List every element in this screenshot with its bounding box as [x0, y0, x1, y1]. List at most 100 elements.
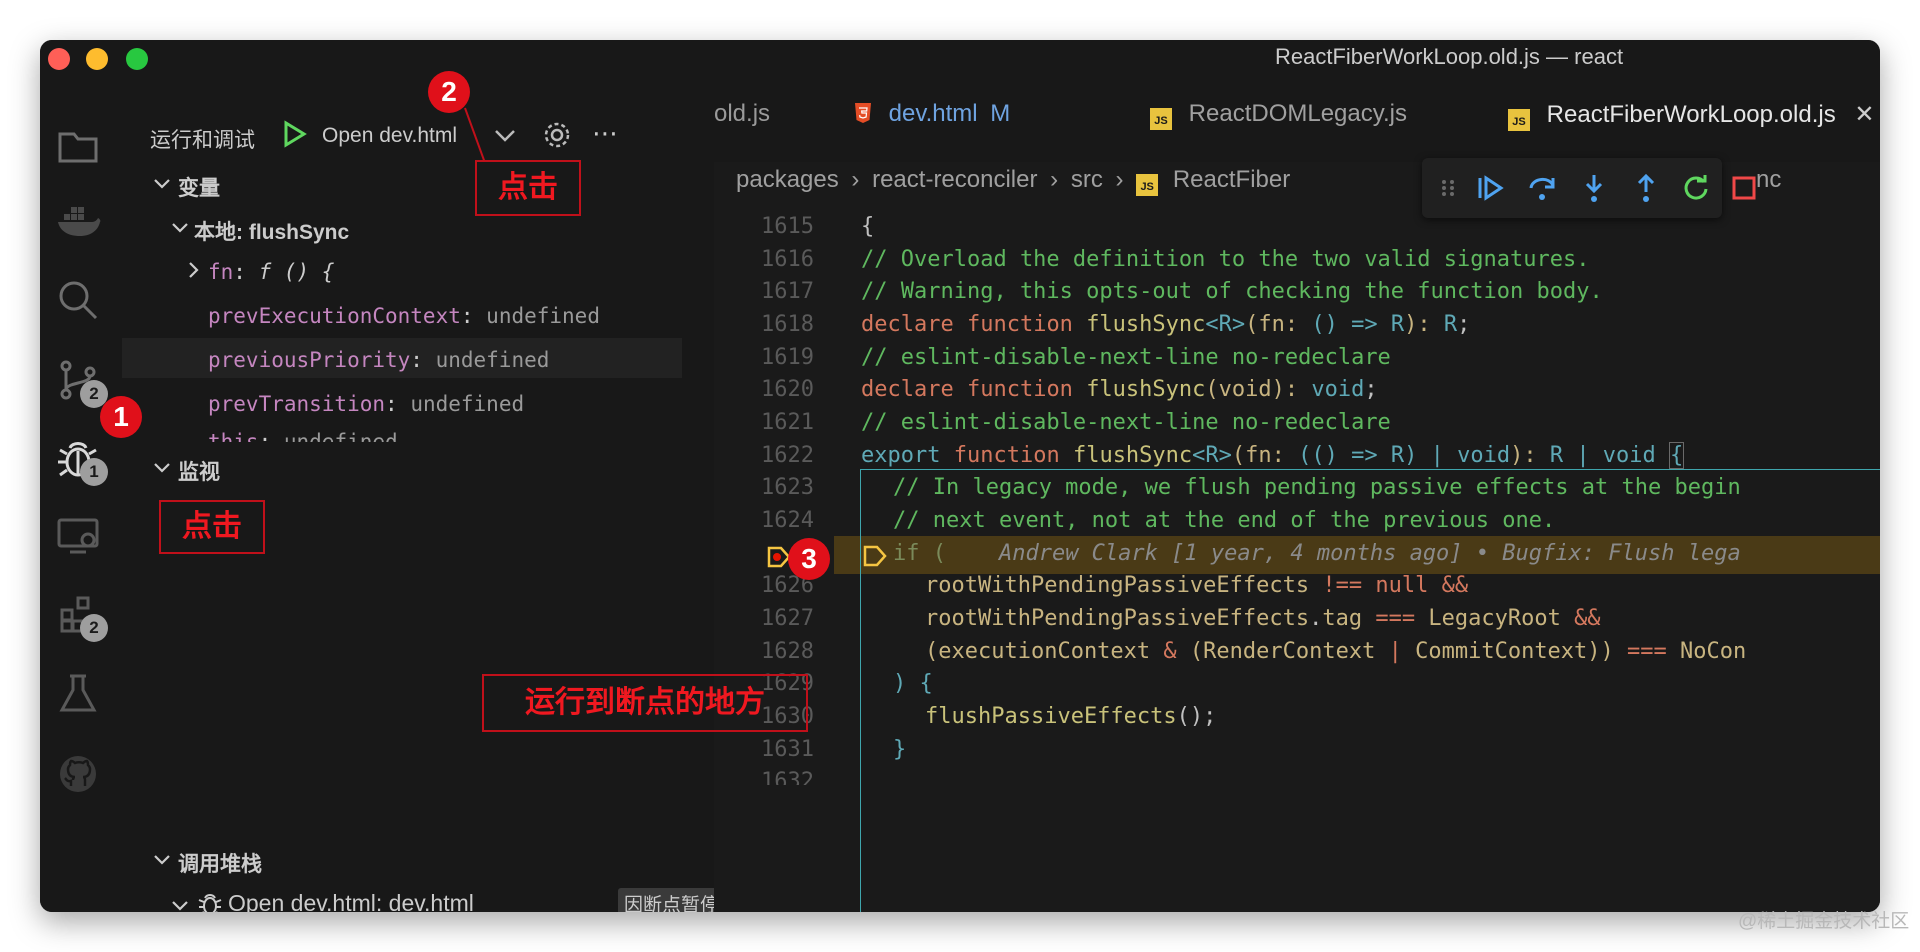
breadcrumb-item[interactable]: src: [1071, 166, 1103, 193]
variable-value: undefined: [410, 392, 525, 416]
breadcrumb-item[interactable]: packages: [736, 166, 839, 193]
code-line[interactable]: // eslint-disable-next-line no-redeclare: [861, 410, 1391, 435]
variable-name: prevExecutionContext: [208, 304, 461, 328]
search-icon[interactable]: [54, 276, 102, 324]
variable-row[interactable]: prevExecutionContext: undefined: [208, 304, 600, 328]
tab-old-js[interactable]: old.js: [714, 100, 770, 128]
remote-explorer-icon[interactable]: [54, 512, 102, 560]
variables-chevron-icon[interactable]: [152, 174, 172, 200]
github-icon[interactable]: [54, 750, 102, 798]
line-number: 1631: [761, 737, 814, 762]
tab-react-fiber-work-loop[interactable]: JS ReactFiberWorkLoop.old.js ✕: [1508, 100, 1874, 131]
code-line[interactable]: export function flushSync<R>(fn: (() => …: [861, 442, 1685, 469]
code-editor: old.js dev.html M JS ReactDOMLegacy.js J…: [714, 76, 1880, 912]
modified-indicator: M: [990, 100, 1011, 127]
code-line[interactable]: rootWithPendingPassiveEffects !== null &…: [925, 573, 1468, 598]
tab-label: ReactFiberWorkLoop.old.js: [1546, 101, 1836, 128]
tab-label: old.js: [714, 100, 771, 127]
fn-expand-chevron-icon[interactable]: [184, 260, 204, 286]
code-line[interactable]: // Warning, this opts-out of checking th…: [861, 279, 1603, 304]
step-over-icon[interactable]: [1526, 172, 1558, 204]
scope-chevron-icon[interactable]: [170, 218, 190, 244]
variable-name: prevTransition: [208, 392, 386, 416]
gear-icon[interactable]: [542, 120, 572, 156]
js-file-icon: JS: [1508, 109, 1530, 131]
explorer-icon[interactable]: [54, 122, 102, 170]
debug-toolbar: [1422, 158, 1722, 218]
variable-row[interactable]: fn: f () {: [208, 260, 334, 284]
tab-dev-html[interactable]: dev.html M: [854, 100, 1010, 128]
callstack-section-title[interactable]: 调用堆栈: [178, 848, 262, 878]
testing-icon[interactable]: [54, 670, 102, 718]
watch-section-title[interactable]: 监视: [178, 456, 220, 486]
more-actions-icon[interactable]: ⋯: [592, 118, 618, 149]
variable-row[interactable]: prevTransition: undefined: [208, 392, 524, 416]
variable-separator: :: [258, 430, 284, 442]
debug-pointer-icon: [862, 543, 888, 569]
line-number: 1622: [761, 443, 814, 468]
title-bar: ReactFiberWorkLoop.old.js — react: [40, 40, 1880, 85]
restart-icon[interactable]: [1680, 172, 1712, 204]
breadcrumb-separator-icon: ›: [851, 166, 860, 193]
annotation-step-1: 1: [100, 396, 142, 438]
launch-config-label[interactable]: Open dev.html: [322, 124, 457, 148]
tab-bar: old.js dev.html M JS ReactDOMLegacy.js J…: [714, 76, 1880, 162]
code-line[interactable]: {: [861, 214, 874, 239]
variable-name: this: [208, 430, 259, 442]
tab-label: ReactDOMLegacy.js: [1188, 100, 1407, 127]
editor-window: ReactFiberWorkLoop.old.js — react 2 1 2 …: [40, 40, 1880, 912]
session-chevron-icon[interactable]: [170, 896, 190, 912]
git-blame-annotation: Andrew Clark [1 year, 4 months ago] • Bu…: [998, 541, 1741, 566]
code-line[interactable]: // next event, not at the end of the pre…: [893, 508, 1555, 533]
tab-label: dev.html: [888, 100, 978, 127]
line-number: 1618: [761, 312, 814, 337]
variable-value: undefined: [435, 348, 550, 372]
code-line[interactable]: // In legacy mode, we flush pending pass…: [893, 475, 1741, 500]
tab-react-dom-legacy[interactable]: JS ReactDOMLegacy.js: [1150, 100, 1407, 130]
close-window-button[interactable]: [48, 48, 70, 70]
code-line[interactable]: (executionContext & (RenderContext | Com…: [925, 639, 1746, 664]
line-number: 1632: [761, 769, 814, 785]
code-line[interactable]: }: [893, 737, 906, 762]
step-into-icon[interactable]: [1578, 172, 1610, 204]
variable-row[interactable]: previousPriority: undefined: [208, 348, 549, 372]
debug-sidebar: 运行和调试 Open dev.html ⋯ 变量 本地: flushSync f…: [122, 76, 744, 912]
code-line-current[interactable]: if ( Andrew Clark [1 year, 4 months ago]…: [893, 541, 1741, 566]
annotation-label-breakpoint: 运行到断点的地方: [482, 674, 808, 732]
maximize-window-button[interactable]: [126, 48, 148, 70]
drag-handle-icon[interactable]: [1432, 172, 1464, 204]
annotation-step-2: 2: [428, 71, 470, 113]
code-line[interactable]: declare function flushSync(void): void;: [861, 377, 1378, 402]
close-tab-icon[interactable]: ✕: [1854, 101, 1874, 128]
variables-section-title[interactable]: 变量: [178, 172, 220, 202]
activity-bar: 2 1 2: [40, 76, 122, 912]
debug-session-bug-icon: [196, 890, 224, 912]
breadcrumb-item[interactable]: react-reconciler: [872, 166, 1037, 193]
variable-separator: :: [460, 304, 487, 328]
variable-separator: :: [233, 260, 259, 284]
code-line[interactable]: ) {: [893, 671, 933, 696]
stop-icon[interactable]: [1728, 172, 1760, 204]
debug-session-label[interactable]: Open dev.html: dev.html: [228, 890, 474, 912]
step-out-icon[interactable]: [1630, 172, 1662, 204]
code-line[interactable]: rootWithPendingPassiveEffects.tag === Le…: [925, 606, 1601, 631]
code-line[interactable]: // eslint-disable-next-line no-redeclare: [861, 345, 1391, 370]
watch-chevron-icon[interactable]: [152, 458, 172, 484]
code-line[interactable]: declare function flushSync<R>(fn: () => …: [861, 312, 1470, 337]
start-debugging-button[interactable]: [282, 120, 308, 154]
callstack-chevron-icon[interactable]: [152, 850, 172, 876]
breadcrumb-item[interactable]: ReactFiber: [1173, 166, 1290, 193]
watermark: @稀土掘金技术社区: [1738, 911, 1910, 932]
variable-value: undefined: [486, 304, 600, 328]
chevron-down-icon[interactable]: [492, 122, 518, 154]
variable-value: undefined: [283, 430, 398, 442]
code-line[interactable]: flushPassiveEffects();: [925, 704, 1216, 729]
code-line[interactable]: // Overload the definition to the two va…: [861, 247, 1589, 272]
minimize-window-button[interactable]: [86, 48, 108, 70]
local-scope-label[interactable]: 本地: flushSync: [194, 216, 349, 246]
variable-row-clipped[interactable]: this: undefined: [208, 430, 408, 442]
debug-badge: 1: [80, 458, 108, 486]
line-number: 1620: [761, 377, 814, 402]
docker-icon[interactable]: [54, 198, 102, 246]
continue-icon[interactable]: [1474, 172, 1506, 204]
